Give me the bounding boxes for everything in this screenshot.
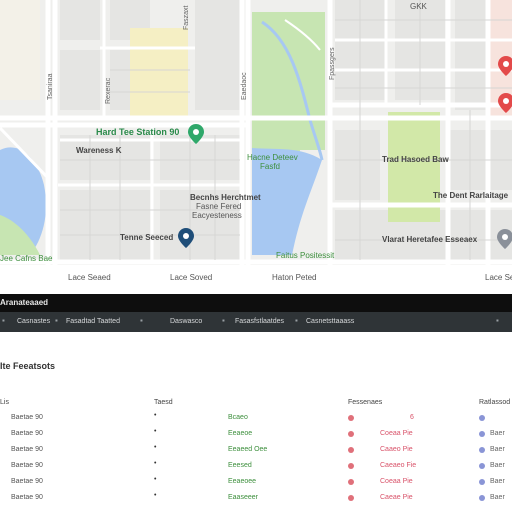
map-footer-label: Haton Peted <box>272 273 317 282</box>
row-name: Baetae 90 <box>11 478 43 485</box>
row-tail: Baer <box>490 446 505 453</box>
map-label: Jee Cafns Bae <box>0 254 53 263</box>
list-row[interactable]: Baetae 90 • Eeaeoee Coeaa Pie Baer <box>0 476 512 492</box>
map-view[interactable]: Hard Tee Station 90 Wareness K Hacne Det… <box>0 0 512 265</box>
tab-bar: ▪ Casnastes ▪ Fasadtad Taatted ▪ Daswasc… <box>0 312 512 332</box>
map-label: Wareness K <box>76 146 122 155</box>
row-bullet: • <box>154 492 157 499</box>
map-label: GKK <box>410 2 427 11</box>
row-bullet: • <box>154 476 157 483</box>
status-dot-icon <box>348 415 354 421</box>
status-dot-icon <box>348 495 354 501</box>
row-tail: Baer <box>490 478 505 485</box>
row-status: Eeaeoee <box>228 478 257 485</box>
map-label-station: Hard Tee Station 90 <box>96 127 180 137</box>
row-bullet: • <box>154 460 157 467</box>
status-dot-icon <box>348 463 354 469</box>
row-name: Baetae 90 <box>11 446 43 453</box>
tab-separator: ▪ <box>222 316 225 325</box>
row-value: Caeaeo Fie <box>380 462 417 469</box>
tab-5[interactable]: Casnetsttaaass <box>306 318 354 325</box>
column-header[interactable]: Fessenaes <box>348 399 382 406</box>
status-dot-icon <box>479 495 485 501</box>
map-label: Vlarat Heretafee Esseaex <box>382 235 478 244</box>
map-footer-label: Lace Seaed <box>485 273 512 282</box>
map-label: The Dent Rarlaitage <box>433 191 509 200</box>
row-status: Eeaeed Oee <box>228 446 268 453</box>
map-pin-gray-icon[interactable] <box>497 229 512 249</box>
list-row[interactable]: Baetae 90 • Bcaeo 6 <box>0 412 512 428</box>
row-value: Caaeo Pie <box>380 446 413 453</box>
row-name: Baetae 90 <box>11 414 43 421</box>
tab-2[interactable]: Fasadtad Taatted <box>66 318 120 325</box>
map-label-park: Faitus Positessit <box>276 251 335 260</box>
column-header[interactable]: Lis <box>0 399 9 406</box>
map-label-park: Hacne Deteev <box>247 153 298 162</box>
map-label: Fasne Fered <box>196 202 242 211</box>
panel-title-bar: Aranateaaed <box>0 294 512 312</box>
tab-4[interactable]: Fasasfstlaatdes <box>235 318 284 325</box>
status-dot-icon <box>479 415 485 421</box>
status-dot-icon <box>479 447 485 453</box>
list-row[interactable]: Baetae 90 • Eeaeoe Coeaa Pie Baer <box>0 428 512 444</box>
list-row[interactable]: Baetae 90 • Eeaeed Oee Caaeo Pie Baer <box>0 444 512 460</box>
map-label-park-sub: Fasfd <box>260 162 281 171</box>
tab-3[interactable]: Daswasco <box>170 318 202 325</box>
row-status: Eeesed <box>228 462 252 469</box>
row-bullet: • <box>154 444 157 451</box>
list-row[interactable]: Baetae 90 • Eaaseeer Caeae Pie Baer <box>0 492 512 508</box>
tab-separator: ▪ <box>2 316 5 325</box>
row-tail: Baer <box>490 494 505 501</box>
map-footer-label: Lace Seaed <box>68 273 111 282</box>
tab-separator: ▪ <box>295 316 298 325</box>
map-street-label: Eaedaoc <box>241 72 248 100</box>
row-status: Bcaeo <box>228 414 248 421</box>
status-dot-icon <box>348 479 354 485</box>
map-label: Becnhs Herchtmet <box>190 193 261 202</box>
list-row[interactable]: Baetae 90 • Eeesed Caeaeo Fie Baer <box>0 460 512 476</box>
results-panel: Ite Feeatsots Lis Taesd Fessenaes Ratlas… <box>0 332 512 512</box>
map-pin-red-icon[interactable] <box>498 56 512 76</box>
row-name: Baetae 90 <box>11 462 43 469</box>
map-pin-red-icon[interactable] <box>498 93 512 113</box>
row-value: Caeae Pie <box>380 494 413 501</box>
map-label: Trad Hasoed Baw <box>382 155 449 164</box>
map-canvas[interactable] <box>0 0 512 265</box>
row-status: Eeaeoe <box>228 430 253 437</box>
status-dot-icon <box>479 479 485 485</box>
status-dot-icon <box>479 431 485 437</box>
row-value: Coeaa Pie <box>380 430 413 437</box>
map-street-label: Fpassgers <box>329 47 336 80</box>
map-label-pin: Tenne Seeced <box>120 233 174 242</box>
row-status: Eaaseeer <box>228 494 258 501</box>
tab-1[interactable]: Casnastes <box>17 318 50 325</box>
tab-separator: ▪ <box>140 316 143 325</box>
map-street-label: Rexerac <box>105 77 112 104</box>
row-value: Coeaa Pie <box>380 478 413 485</box>
map-footer-label: Lace Soved <box>170 273 213 282</box>
panel-title-text: Aranateaaed <box>0 298 49 307</box>
status-dot-icon <box>348 431 354 437</box>
status-dot-icon <box>348 447 354 453</box>
tab-separator: ▪ <box>55 316 58 325</box>
row-tail: Baer <box>490 462 505 469</box>
column-header[interactable]: Taesd <box>154 399 173 406</box>
column-header[interactable]: Ratlassod <box>479 399 510 406</box>
map-pin-green-icon[interactable] <box>188 124 204 144</box>
results-title: Ite Feeatsots <box>0 361 56 371</box>
tab-separator: ▪ <box>496 316 499 325</box>
row-bullet: • <box>154 428 157 435</box>
row-value: 6 <box>410 414 414 421</box>
row-name: Baetae 90 <box>11 494 43 501</box>
row-name: Baetae 90 <box>11 430 43 437</box>
row-tail: Baer <box>490 430 505 437</box>
map-pin-blue-icon[interactable] <box>178 228 194 248</box>
row-bullet: • <box>154 412 157 419</box>
map-street-label: Faszaxt <box>183 5 190 30</box>
map-street-label: Tsaniraa <box>47 73 54 100</box>
status-dot-icon <box>479 463 485 469</box>
map-label: Eacyesteness <box>192 211 242 220</box>
